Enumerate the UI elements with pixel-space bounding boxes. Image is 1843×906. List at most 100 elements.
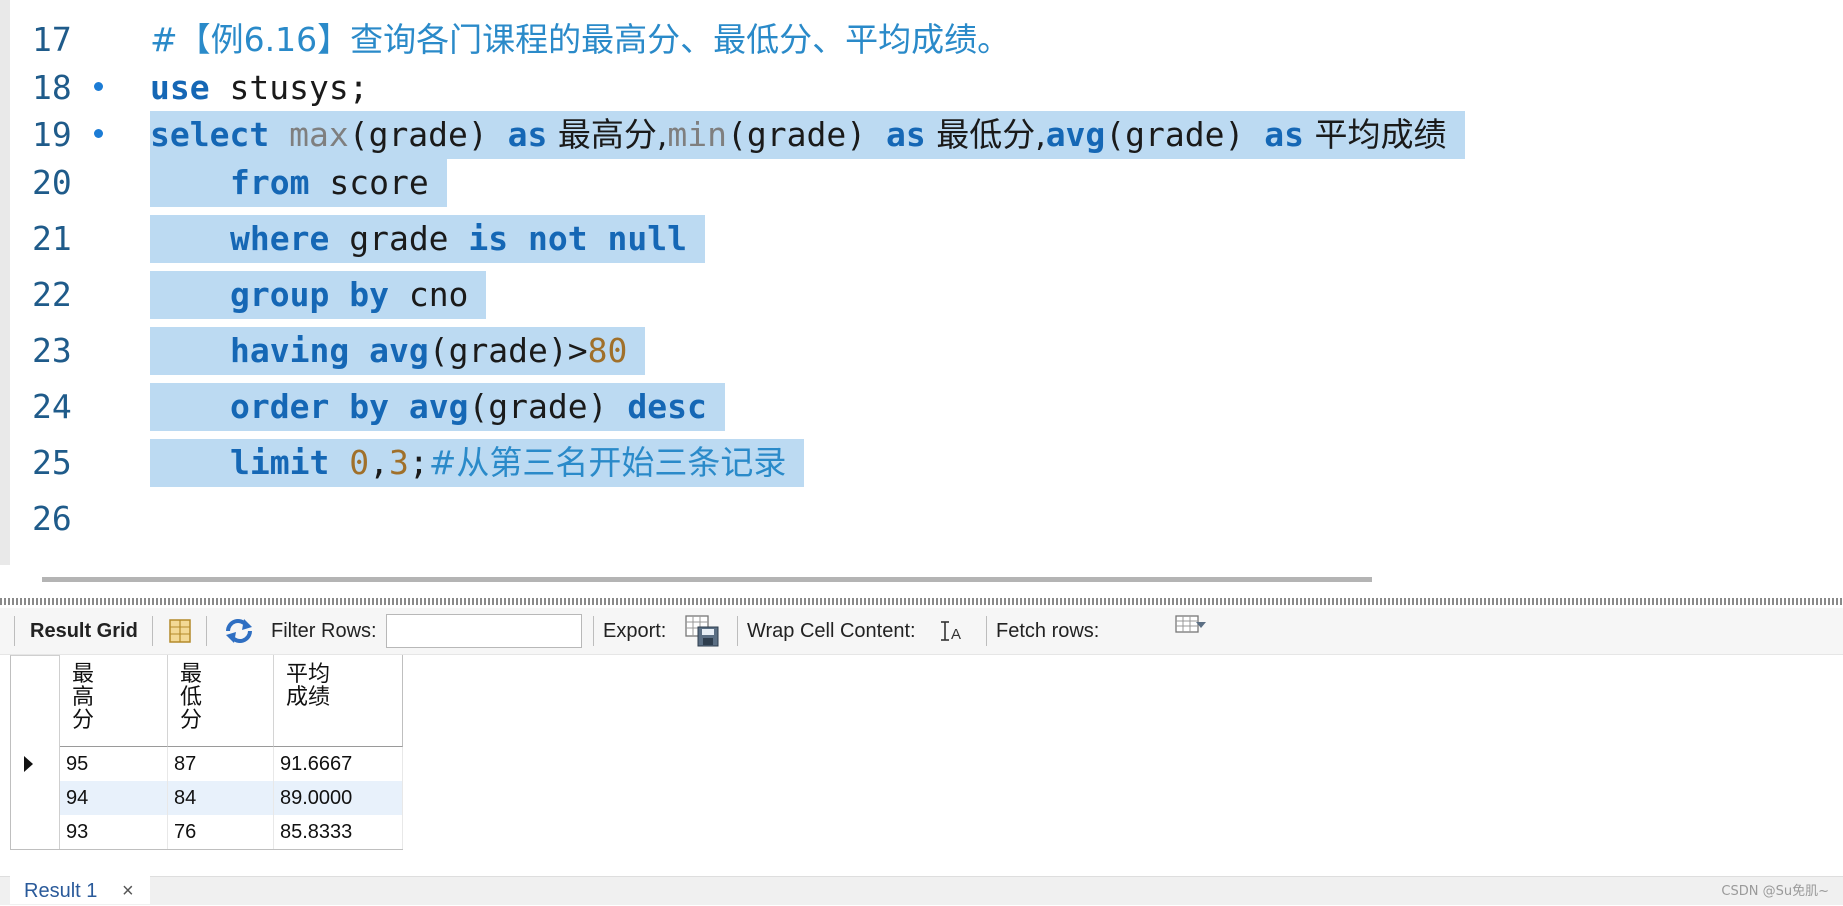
result-grid-tab[interactable]: Result Grid — [30, 608, 138, 654]
row-selector[interactable] — [10, 781, 60, 815]
code-line-26[interactable]: 26 — [10, 499, 1843, 571]
statement-marker-icon[interactable] — [94, 82, 103, 91]
code-token: , — [369, 443, 389, 482]
code-token: (grade)> — [428, 331, 588, 370]
table-cell[interactable]: 91.6667 — [274, 747, 403, 781]
line-number: 23 — [32, 331, 72, 370]
panel-splitter[interactable] — [0, 598, 1843, 605]
result-tab-label: Result 1 — [24, 880, 98, 902]
function-avg: avg — [369, 331, 429, 370]
result-grid[interactable]: 最高分 最低分 平均成绩 95 87 91.6667 94 84 89.0000… — [10, 655, 403, 850]
code-token: (grade) — [1105, 115, 1265, 154]
code-token: (grade) — [348, 115, 508, 154]
code-text-selected[interactable]: having avg(grade)>80 — [150, 327, 646, 375]
function-avg: avg — [408, 387, 469, 426]
keyword-group-by: group by — [230, 275, 389, 314]
result-tab[interactable]: Result 1 × — [10, 876, 150, 904]
code-text-selected[interactable]: group by cno — [150, 271, 487, 319]
column-header-label: 平均成绩 — [286, 662, 331, 710]
number-literal: 80 — [587, 331, 628, 370]
database-name: stusys; — [209, 68, 369, 107]
fetch-rows-label: Fetch rows: — [996, 620, 1100, 642]
editor-gutter-strip — [0, 0, 10, 565]
keyword-order-by: order by — [230, 387, 389, 426]
row-selector[interactable] — [10, 747, 60, 781]
table-cell[interactable]: 89.0000 — [274, 781, 403, 815]
form-editor-icon[interactable] — [168, 618, 194, 644]
watermark: CSDN @Su免肌~ — [1721, 884, 1829, 899]
toolbar-separator — [206, 616, 207, 646]
code-line-19[interactable]: 19 select max(grade) as 最高分,min(grade) a… — [10, 107, 1843, 163]
table-cell[interactable]: 85.8333 — [274, 815, 403, 849]
line-number: 20 — [32, 163, 72, 202]
column-header-label: 最低分 — [180, 662, 203, 733]
table-cell[interactable]: 76 — [168, 815, 274, 849]
function-avg: avg — [1045, 115, 1106, 154]
table-cell[interactable]: 94 — [60, 781, 168, 815]
fetch-rows-icon[interactable] — [1174, 614, 1208, 640]
export-label: Export: — [603, 620, 667, 642]
column-header[interactable]: 最低分 — [168, 655, 274, 747]
keyword-from: from — [230, 163, 310, 202]
line-number: 26 — [32, 499, 72, 538]
column-header-label: 最高分 — [72, 662, 95, 733]
horizontal-scrollbar[interactable] — [42, 577, 1372, 582]
code-line-25[interactable]: 25 limit 0,3;#从第三名开始三条记录 — [10, 439, 1843, 515]
keyword-having: having — [230, 331, 350, 370]
code-text-selected[interactable]: limit 0,3;#从第三名开始三条记录 — [150, 439, 805, 487]
table-cell[interactable]: 93 — [60, 815, 168, 849]
toolbar-separator — [152, 616, 153, 646]
result-tab-bar — [0, 876, 1843, 905]
function-min: min — [667, 115, 727, 154]
alias-max: 最高分, — [547, 115, 668, 154]
code-text[interactable]: use stusys; — [150, 64, 387, 112]
line-number: 25 — [32, 443, 72, 482]
close-icon[interactable]: × — [122, 876, 134, 906]
wrap-text-icon[interactable]: A — [940, 620, 966, 644]
refresh-icon[interactable] — [222, 617, 256, 645]
toolbar-separator — [14, 616, 15, 646]
code-text-selected[interactable]: select max(grade) as 最高分,min(grade) as 最… — [150, 111, 1465, 159]
keyword-desc: desc — [627, 387, 707, 426]
row-selector[interactable] — [10, 815, 60, 849]
keyword-use: use — [150, 68, 210, 107]
code-text-selected[interactable]: from score — [150, 159, 447, 207]
toolbar-separator — [593, 616, 594, 646]
code-text-selected[interactable]: order by avg(grade) desc — [150, 383, 725, 431]
sql-editor[interactable]: 17 #【例6.16】查询各门课程的最高分、最低分、平均成绩。 18 use s… — [0, 0, 1843, 565]
filter-rows-label: Filter Rows: — [271, 620, 377, 642]
keyword-where: where — [230, 219, 330, 258]
keyword-as: as — [885, 115, 926, 154]
sql-comment: #从第三名开始三条记录 — [428, 443, 787, 482]
column-header[interactable]: 平均成绩 — [274, 655, 403, 747]
keyword-as: as — [507, 115, 548, 154]
line-number: 24 — [32, 387, 72, 426]
column-name: grade — [329, 219, 469, 258]
statement-marker-icon[interactable] — [94, 129, 103, 138]
svg-text:A: A — [951, 626, 961, 643]
table-cell[interactable]: 87 — [168, 747, 274, 781]
code-text-selected[interactable]: where grade is not null — [150, 215, 705, 263]
column-header[interactable]: 最高分 — [60, 655, 168, 747]
keyword-select: select — [150, 115, 270, 154]
current-row-arrow-icon — [24, 756, 33, 772]
keyword-is-not-null: is not null — [468, 219, 687, 258]
keyword-limit: limit — [230, 443, 330, 482]
table-cell[interactable]: 84 — [168, 781, 274, 815]
code-token: (grade) — [468, 387, 628, 426]
alias-min: 最低分, — [925, 115, 1046, 154]
wrap-cell-content-label: Wrap Cell Content: — [747, 620, 916, 642]
export-icon[interactable] — [684, 614, 722, 648]
filter-rows-input[interactable] — [386, 614, 582, 648]
alias-avg: 平均成绩 — [1304, 115, 1447, 154]
number-literal: 3 — [388, 443, 409, 482]
code-text[interactable]: #【例6.16】查询各门课程的最高分、最低分、平均成绩。 — [150, 16, 1028, 64]
table-cell[interactable]: 95 — [60, 747, 168, 781]
number-literal: 0 — [349, 443, 370, 482]
column-name: cno — [388, 275, 469, 314]
line-number: 21 — [32, 219, 72, 258]
code-token: (grade) — [727, 115, 886, 154]
sql-comment: #【例6.16】查询各门课程的最高分、最低分、平均成绩。 — [150, 20, 1011, 59]
